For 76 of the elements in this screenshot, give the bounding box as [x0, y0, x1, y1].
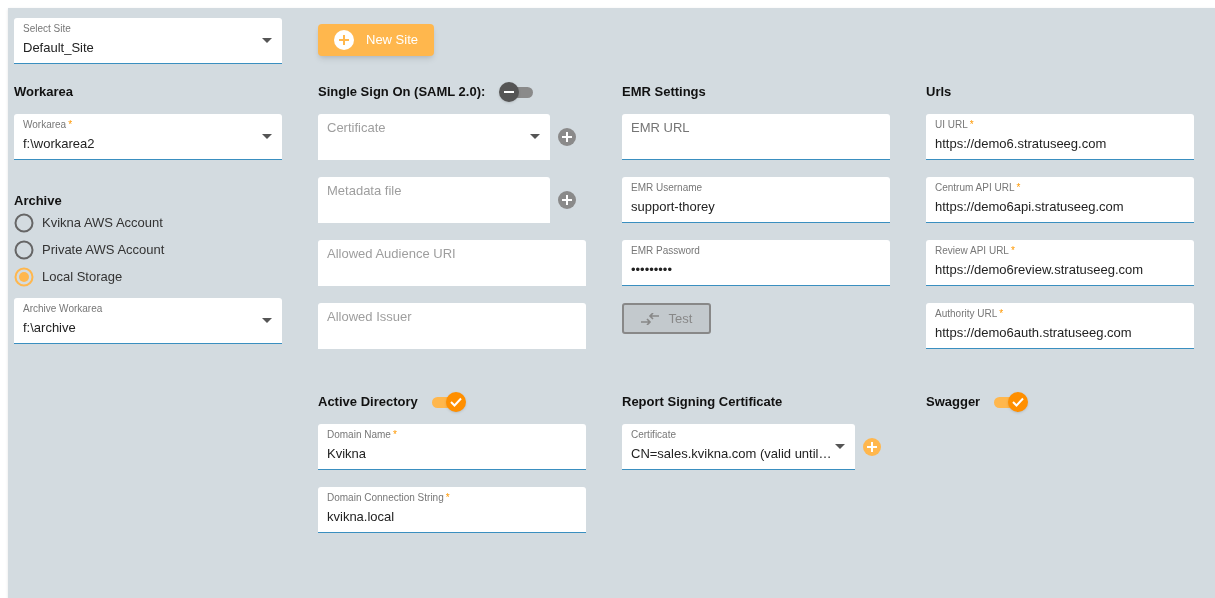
required-asterisk: * — [999, 307, 1004, 321]
input-field[interactable]: Authority URL * https://demo6auth.stratuseeg.com — [926, 303, 1194, 349]
field-value: https://demo6api.stratuseeg.com — [935, 198, 1124, 216]
section-heading: Report Signing Certificate — [622, 393, 783, 412]
toggle-switch[interactable] — [431, 392, 466, 412]
field-placeholder: EMR URL — [631, 119, 690, 137]
field-value: f:\archive — [23, 319, 76, 337]
section-heading: Swagger — [926, 393, 981, 412]
field-value: https://demo6.stratuseeg.com — [935, 135, 1107, 153]
swap-arrows-icon — [640, 312, 659, 325]
input-field[interactable]: EMR Username support-thorey — [622, 177, 890, 223]
radio-icon — [14, 240, 34, 260]
field-placeholder: Certificate — [327, 119, 386, 137]
radio-option[interactable]: Kvikna AWS Account — [14, 213, 282, 233]
section-heading: Urls — [926, 83, 952, 102]
section-heading: Active Directory — [318, 393, 418, 412]
field-value: https://demo6review.stratuseeg.com — [935, 261, 1144, 279]
field-label: Review API URL — [935, 244, 1009, 258]
radio-icon — [14, 267, 34, 287]
field-label: Select Site — [23, 22, 71, 36]
select-field[interactable]: Certificate CN=sales.kvikna.com (valid until… — [622, 424, 855, 470]
section-heading: Single Sign On (SAML 2.0): — [318, 83, 486, 102]
field-value: kvikna.local — [327, 508, 395, 526]
field-label: Workarea — [23, 118, 67, 132]
field-value: CN=sales.kvikna.com (valid until… — [631, 445, 832, 463]
dropdown-caret-icon — [835, 444, 845, 449]
radio-option[interactable]: Local Storage — [14, 267, 282, 287]
field-value: f:\workarea2 — [23, 135, 95, 153]
select-field[interactable]: Select Site Default_Site — [14, 18, 282, 64]
section-heading: Workarea — [14, 83, 73, 102]
field-label: EMR Username — [631, 181, 703, 195]
required-asterisk: * — [1010, 244, 1015, 258]
required-asterisk: * — [445, 491, 450, 505]
dropdown-caret-icon — [262, 134, 272, 139]
field-placeholder: Allowed Issuer — [327, 308, 412, 326]
field-value: ••••••••• — [631, 261, 672, 279]
checkmark-icon — [449, 397, 462, 407]
field-value: support-thorey — [631, 198, 715, 216]
required-asterisk: * — [969, 118, 974, 132]
required-asterisk: * — [392, 428, 397, 442]
section-heading: EMR Settings — [622, 83, 706, 102]
select-field[interactable]: Workarea * f:\workarea2 — [14, 114, 282, 160]
input-field[interactable]: Domain Connection String * kvikna.local — [318, 487, 586, 533]
required-asterisk: * — [68, 118, 73, 132]
radio-option[interactable]: Private AWS Account — [14, 240, 282, 260]
field-label: UI URL — [935, 118, 968, 132]
plus-circle-icon — [334, 30, 354, 50]
toggle-switch[interactable] — [499, 82, 534, 102]
field-value: Default_Site — [23, 39, 94, 57]
field-label: Domain Connection String — [327, 491, 444, 505]
field-value: Kvikna — [327, 445, 367, 463]
field-placeholder: Metadata file — [327, 182, 402, 200]
add-icon[interactable] — [863, 438, 881, 456]
field-label: Archive Workarea — [23, 302, 103, 316]
field-label: Domain Name — [327, 428, 391, 442]
section-heading: Archive — [14, 192, 62, 211]
toggle-switch[interactable] — [994, 392, 1029, 412]
required-asterisk: * — [1016, 181, 1021, 195]
field-label: Centrum API URL — [935, 181, 1015, 195]
field-label: Certificate — [631, 428, 676, 442]
input-field[interactable]: UI URL * https://demo6.stratuseeg.com — [926, 114, 1194, 160]
input-field[interactable]: Centrum API URL * https://demo6api.stratuseeg.com — [926, 177, 1194, 223]
field-value: https://demo6auth.stratuseeg.com — [935, 324, 1132, 342]
radio-icon — [14, 213, 34, 233]
input-field[interactable]: Domain Name * Kvikna — [318, 424, 586, 470]
dropdown-caret-icon — [262, 38, 272, 43]
field-label: EMR Password — [631, 244, 700, 258]
dropdown-caret-icon — [530, 134, 540, 139]
input-field[interactable]: EMR Password ••••••••• — [622, 240, 890, 286]
input-field[interactable]: Review API URL * https://demo6review.stratuseeg.com — [926, 240, 1194, 286]
select-field[interactable]: Archive Workarea f:\archive — [14, 298, 282, 344]
field-placeholder: Allowed Audience URI — [327, 245, 456, 263]
input-field[interactable]: EMR URL — [622, 114, 890, 160]
checkmark-icon — [1012, 397, 1025, 407]
dropdown-caret-icon — [262, 318, 272, 323]
field-label: Authority URL — [935, 307, 998, 321]
